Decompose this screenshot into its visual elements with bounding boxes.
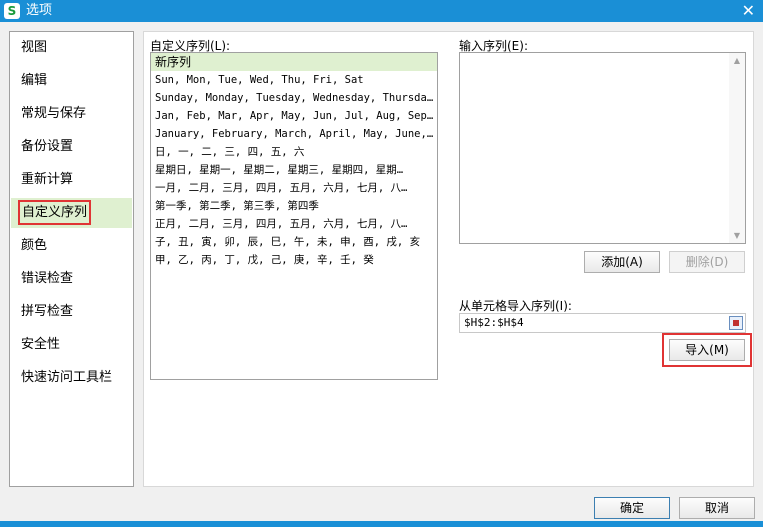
list-item[interactable]: January, February, March, April, May, Ju… [151,125,437,143]
import-button[interactable]: 导入(M) [669,339,745,361]
import-range-value: $H$2:$H$4 [464,316,524,329]
list-item[interactable]: 一月, 二月, 三月, 四月, 五月, 六月, 七月, 八… [151,179,437,197]
cancel-button[interactable]: 取消 [679,497,755,519]
list-item[interactable]: 子, 丑, 寅, 卯, 辰, 巳, 午, 未, 申, 酉, 戌, 亥 [151,233,437,251]
add-button[interactable]: 添加(A) [584,251,660,273]
list-item[interactable]: 正月, 二月, 三月, 四月, 五月, 六月, 七月, 八… [151,215,437,233]
list-item[interactable]: 新序列 [151,53,437,71]
scroll-up-icon[interactable]: ▲ [729,56,745,65]
list-item[interactable]: 星期日, 星期一, 星期二, 星期三, 星期四, 星期… [151,161,437,179]
range-picker-icon[interactable] [729,316,743,330]
title-bar: S 选项 ✕ [0,0,763,22]
custom-lists-box[interactable]: 新序列 Sun, Mon, Tue, Wed, Thu, Fri, Sat Su… [150,52,438,380]
scroll-down-icon[interactable]: ▼ [729,231,745,240]
options-sidebar: 视图 编辑 常规与保存 备份设置 重新计算 自定义序列 颜色 错误检查 拼写检查… [9,31,134,487]
input-list-textarea[interactable]: ▲ ▼ [459,52,746,244]
sidebar-item-spell-check[interactable]: 拼写检查 [11,297,132,327]
window-bottom-edge [0,521,763,527]
window-title: 选项 [26,3,53,18]
sidebar-item-custom-lists[interactable]: 自定义序列 [11,198,132,228]
list-item[interactable]: Sun, Mon, Tue, Wed, Thu, Fri, Sat [151,71,437,89]
ok-button[interactable]: 确定 [594,497,670,519]
close-icon[interactable]: ✕ [742,1,755,21]
sidebar-item-edit[interactable]: 编辑 [11,66,132,96]
textarea-scrollbar[interactable]: ▲ ▼ [729,53,745,243]
list-item[interactable]: Sunday, Monday, Tuesday, Wednesday, Thur… [151,89,437,107]
delete-button[interactable]: 删除(D) [669,251,745,273]
sidebar-item-recalc[interactable]: 重新计算 [11,165,132,195]
sidebar-item-color[interactable]: 颜色 [11,231,132,261]
import-range-input[interactable]: $H$2:$H$4 [459,313,746,333]
list-item[interactable]: 甲, 乙, 丙, 丁, 戊, 己, 庚, 辛, 壬, 癸 [151,251,437,269]
app-logo-icon: S [4,3,20,19]
list-item[interactable]: 第一季, 第二季, 第三季, 第四季 [151,197,437,215]
sidebar-item-backup[interactable]: 备份设置 [11,132,132,162]
sidebar-item-security[interactable]: 安全性 [11,330,132,360]
sidebar-item-quick-access[interactable]: 快速访问工具栏 [11,363,132,393]
sidebar-item-view[interactable]: 视图 [11,33,132,63]
list-item[interactable]: 日, 一, 二, 三, 四, 五, 六 [151,143,437,161]
sidebar-item-general-save[interactable]: 常规与保存 [11,99,132,129]
sidebar-item-error-check[interactable]: 错误检查 [11,264,132,294]
list-item[interactable]: Jan, Feb, Mar, Apr, May, Jun, Jul, Aug, … [151,107,437,125]
import-range-label: 从单元格导入序列(I): [459,299,572,313]
